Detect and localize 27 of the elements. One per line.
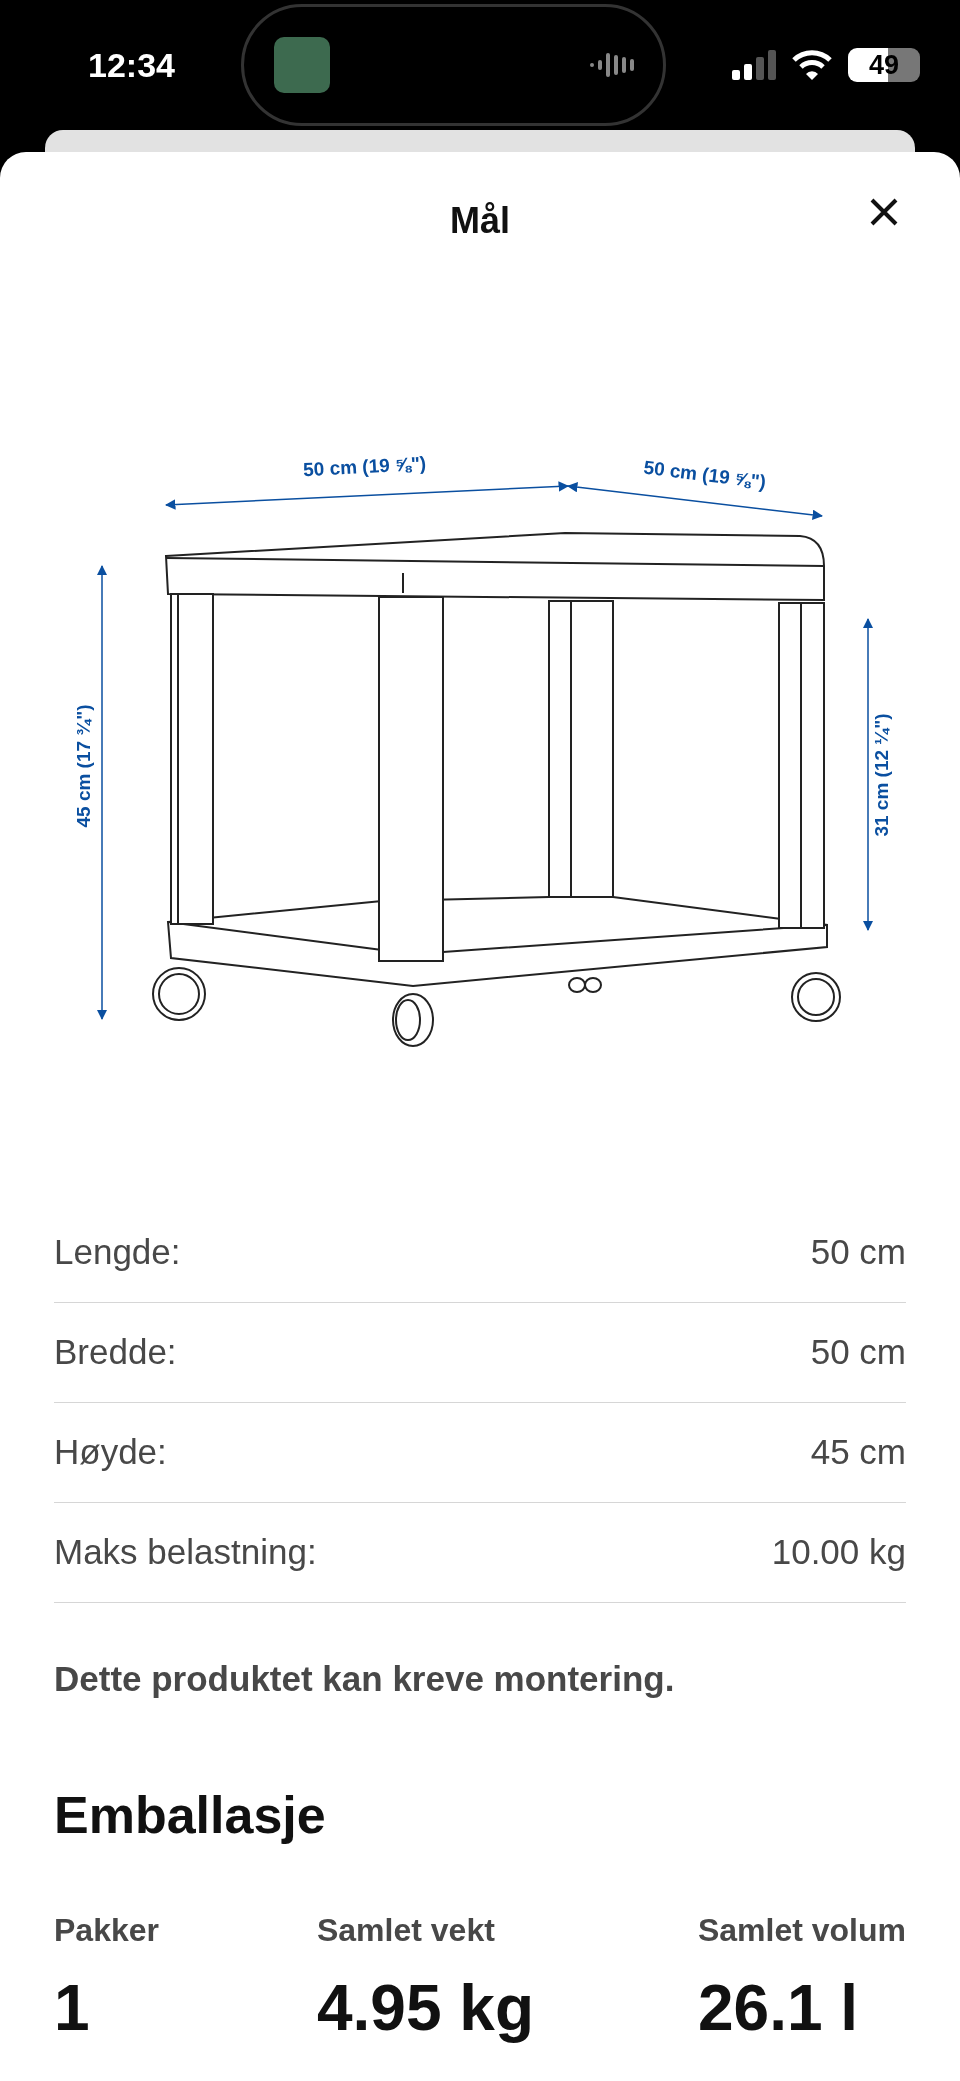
dimension-label: 50 cm (19 ⅝") bbox=[302, 452, 427, 481]
stat-label: Samlet volum bbox=[697, 1911, 906, 1948]
dimension-name: Lengde: bbox=[54, 1231, 181, 1274]
dimension-name: Bredde: bbox=[54, 1331, 177, 1374]
section-heading: Emballasje bbox=[54, 1784, 327, 1846]
dimension-value: 50 cm bbox=[810, 1231, 906, 1274]
stat-label: Samlet vekt bbox=[316, 1911, 495, 1948]
dimension-name: Høyde: bbox=[54, 1431, 167, 1474]
stat-label: Pakker bbox=[54, 1911, 159, 1948]
battery-indicator: 49 bbox=[848, 48, 920, 82]
sheet-title: Mål bbox=[450, 200, 510, 241]
dimension-value: 50 cm bbox=[810, 1331, 906, 1374]
dimension-name: Maks belastning: bbox=[54, 1531, 317, 1574]
clock-time: 12:34 bbox=[88, 44, 175, 86]
stat-value: 4.95 kg bbox=[316, 1971, 534, 2044]
album-art-placeholder bbox=[274, 37, 330, 93]
dimension-value: 10.00 kg bbox=[771, 1531, 906, 1574]
sound-wave-icon bbox=[589, 51, 635, 79]
stat-value: 1 bbox=[54, 1971, 90, 2044]
dimension-label: 31 cm (12 ¼") bbox=[871, 713, 892, 837]
assembly-note: Dette produktet kan kreve montering. bbox=[54, 1658, 676, 1700]
signal-icon bbox=[732, 50, 776, 80]
wifi-icon bbox=[792, 50, 832, 80]
dimension-label: 50 cm (19 ⅝") bbox=[642, 456, 768, 493]
stat-value: 26.1 l bbox=[697, 1971, 859, 2044]
dimension-value: 45 cm bbox=[810, 1431, 906, 1474]
dimension-label: 45 cm (17 ¾") bbox=[73, 704, 94, 828]
